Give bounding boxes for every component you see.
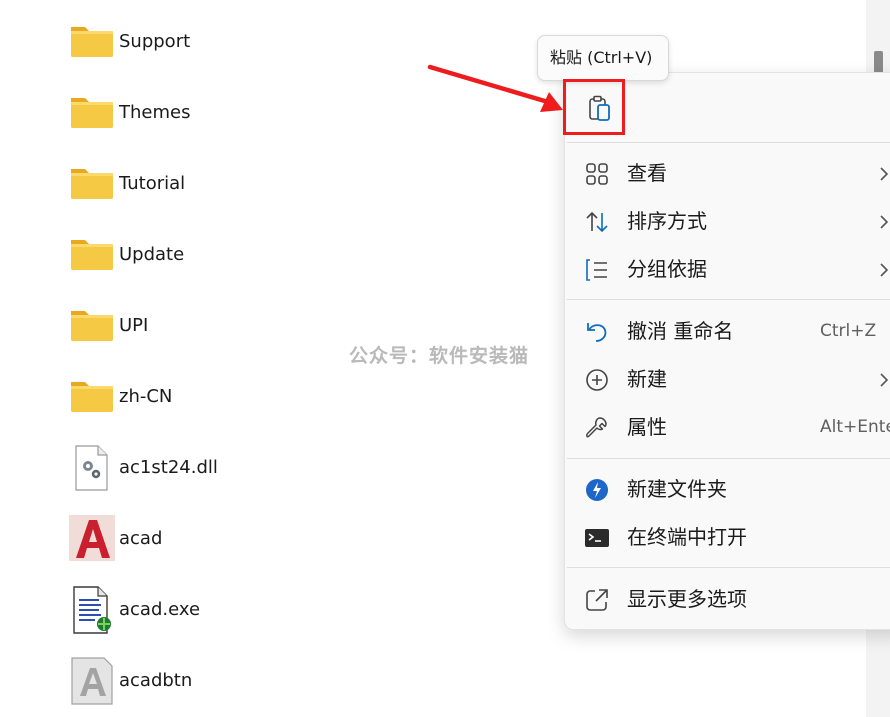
watermark-text: 公众号：软件安装猫 [349, 345, 530, 367]
file-item-update[interactable]: Update [68, 230, 368, 280]
file-name: Tutorial [119, 173, 186, 194]
folder-icon [71, 240, 113, 270]
red-arrow-annotation [427, 64, 563, 112]
file-name: Support [119, 31, 191, 52]
file-item-acad-exe[interactable]: acad.exe [68, 585, 368, 635]
dll-file-icon [75, 445, 108, 491]
folder-icon [71, 311, 113, 341]
menu-separator [567, 142, 890, 143]
file-name: zh-CN [119, 386, 173, 407]
power-toys-icon [586, 479, 608, 501]
autocad-gray-file-icon [71, 657, 113, 705]
file-item-zh-cn[interactable]: zh-CN [68, 372, 368, 422]
folder-icon [71, 382, 113, 412]
menu-separator [567, 458, 890, 459]
wrench-icon [586, 417, 607, 438]
chevron-right-icon [880, 263, 889, 277]
file-item-acad[interactable]: acad [68, 514, 368, 564]
group-list-icon [586, 259, 607, 281]
folder-icon [71, 27, 113, 57]
menu-item-label: 排序方式 [627, 209, 707, 233]
file-name: acadbtn [119, 670, 193, 691]
file-item-themes[interactable]: Themes [68, 88, 368, 138]
menu-item-view[interactable]: 查看 [565, 150, 890, 196]
sort-arrows-icon [586, 211, 608, 233]
shortcut-text: Ctrl+Z [820, 321, 877, 341]
file-name: acad.exe [119, 599, 201, 620]
file-name: UPI [119, 315, 149, 336]
share-external-icon [586, 589, 608, 611]
menu-item-show-more-options[interactable]: 显示更多选项 [565, 576, 890, 622]
menu-separator [567, 567, 890, 568]
autocad-app-icon [69, 515, 115, 561]
menu-item-undo-rename[interactable]: 撤消 重命名 Ctrl+Z [565, 308, 890, 354]
menu-item-new[interactable]: 新建 [565, 356, 890, 402]
terminal-icon [585, 529, 609, 547]
plus-circle-icon [586, 369, 608, 391]
menu-item-label: 新建 [627, 367, 667, 391]
chevron-right-icon [880, 373, 889, 387]
scrollbar-thumb[interactable] [874, 51, 883, 73]
menu-item-sort-by[interactable]: 排序方式 [565, 198, 890, 244]
folder-icon [71, 169, 113, 199]
chevron-right-icon [880, 167, 889, 181]
menu-item-label: 新建文件夹 [627, 477, 727, 501]
file-item-tutorial[interactable]: Tutorial [68, 159, 368, 209]
file-item-ac1st24-dll[interactable]: ac1st24.dll [68, 443, 368, 493]
shortcut-text: Alt+Ente [820, 417, 890, 437]
file-name: Themes [119, 102, 191, 123]
menu-item-new-folder[interactable]: 新建文件夹 [565, 466, 890, 512]
menu-item-properties[interactable]: 属性 Alt+Ente [565, 404, 890, 450]
menu-item-label: 属性 [627, 415, 667, 439]
file-item-acadbtn[interactable]: acadbtn [68, 656, 368, 706]
file-item-upi[interactable]: UPI [68, 301, 368, 351]
exe-file-icon [73, 586, 111, 634]
file-item-support[interactable]: Support [68, 17, 368, 67]
menu-item-label: 撤消 重命名 [627, 319, 734, 343]
menu-item-group-by[interactable]: 分组依据 [565, 246, 890, 292]
folder-icon [71, 98, 113, 128]
chevron-right-icon [880, 215, 889, 229]
menu-item-label: 查看 [627, 161, 667, 185]
file-name: ac1st24.dll [119, 457, 218, 478]
menu-item-label: 分组依据 [627, 257, 707, 281]
menu-separator [567, 299, 890, 300]
menu-item-label: 显示更多选项 [627, 587, 747, 611]
file-name: Update [119, 244, 185, 265]
grid-view-icon [586, 163, 608, 185]
undo-icon [587, 323, 607, 342]
menu-item-open-in-terminal[interactable]: 在终端中打开 [565, 514, 890, 560]
menu-item-label: 在终端中打开 [627, 525, 747, 549]
file-name: acad [119, 528, 163, 549]
